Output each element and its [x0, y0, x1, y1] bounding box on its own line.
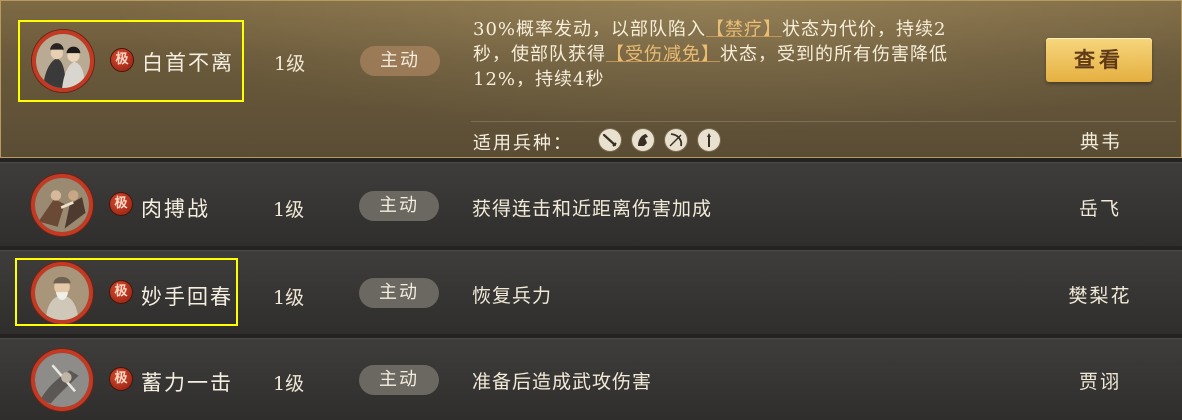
tier-badge: 极 — [110, 281, 132, 303]
horse-icon — [632, 129, 654, 151]
sword-icon — [599, 129, 621, 151]
view-button[interactable]: 查看 — [1046, 38, 1152, 82]
skill-portrait-strike — [31, 349, 93, 411]
skill-name: 蓄力一击 — [141, 371, 233, 395]
skill-level: 1级 — [273, 373, 305, 395]
skill-description: 准备后造成武攻伤害 — [472, 371, 653, 393]
skill-description: 30%概率发动，以部队陷入【禁疗】状态为代价，持续2秒，使部队获得【受伤减免】状… — [473, 17, 973, 92]
skill-type-badge: 主动 — [360, 46, 440, 76]
bow-icon — [665, 129, 687, 151]
skill-description: 恢复兵力 — [472, 285, 553, 307]
keyword-link-no-heal[interactable]: 【禁疗】 — [706, 19, 782, 40]
skill-name: 肉搏战 — [141, 197, 210, 221]
skill-type-badge: 主动 — [359, 365, 439, 395]
skill-portrait-healer — [31, 262, 93, 324]
skill-description: 获得连击和近距离伤害加成 — [472, 198, 713, 220]
tier-badge: 极 — [110, 193, 132, 215]
hero-name: 岳飞 — [1078, 198, 1121, 220]
skill-name: 白首不离 — [142, 51, 234, 75]
skill-level: 1级 — [274, 53, 306, 75]
skill-row[interactable]: 极 肉搏战 1级 主动 获得连击和近距离伤害加成 岳飞 — [0, 162, 1182, 246]
skill-row[interactable]: 极 蓄力一击 1级 主动 准备后造成武攻伤害 贾诩 — [0, 338, 1182, 420]
skill-list: 极 白首不离 1级 主动 30%概率发动，以部队陷入【禁疗】状态为代价，持续2秒… — [0, 0, 1182, 420]
skill-portrait-couple — [32, 30, 94, 92]
hero-name: 樊梨花 — [1068, 285, 1132, 307]
skill-name: 妙手回春 — [141, 285, 233, 309]
skill-type-badge: 主动 — [359, 278, 439, 308]
spear-icon — [698, 129, 720, 151]
skill-level: 1级 — [273, 287, 305, 309]
desc-text-1: 30%概率发动，以部队陷入 — [473, 19, 707, 40]
hero-name: 贾诩 — [1078, 371, 1121, 393]
keyword-link-damage-reduction[interactable]: 【受伤减免】 — [606, 44, 720, 65]
troop-types-label: 适用兵种： — [473, 133, 573, 154]
skill-portrait-brawl — [31, 174, 93, 236]
tier-badge: 极 — [111, 49, 133, 71]
tier-badge: 极 — [110, 368, 132, 390]
skill-row-selected[interactable]: 极 白首不离 1级 主动 30%概率发动，以部队陷入【禁疗】状态为代价，持续2秒… — [0, 0, 1182, 158]
skill-row[interactable]: 极 妙手回春 1级 主动 恢复兵力 樊梨花 — [0, 250, 1182, 334]
skill-type-badge: 主动 — [359, 191, 439, 221]
hero-name: 典韦 — [1079, 131, 1122, 153]
row-divider — [471, 121, 1176, 122]
skill-level: 1级 — [273, 199, 305, 221]
